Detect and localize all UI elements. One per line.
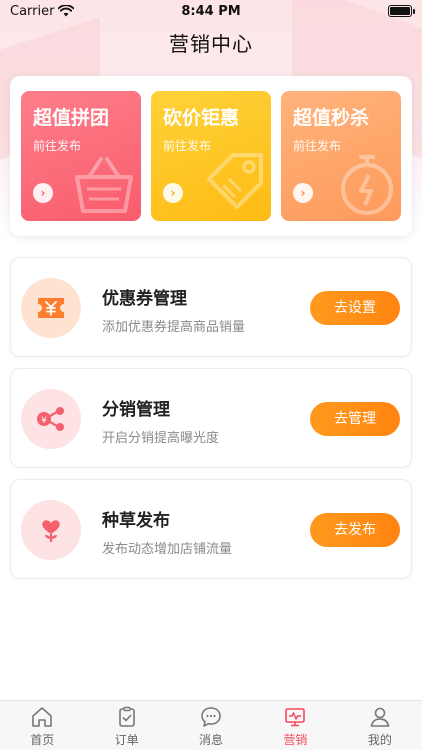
card-title: 优惠券管理: [102, 289, 187, 309]
promo-flash-sale[interactable]: 超值秒杀 前往发布 ›: [281, 91, 401, 221]
share-icon: ¥: [37, 407, 64, 431]
promo-panel: 超值拼团 前往发布 › 砍价钜惠 前往发布 › 超值秒杀 前往发布 ›: [10, 76, 412, 236]
tab-label: 消息: [199, 733, 224, 747]
heart-flower-icon-badge: [21, 500, 81, 560]
coupon-management-card: 优惠券管理 添加优惠券提高商品销量 去设置: [10, 257, 412, 357]
svg-text:¥: ¥: [41, 416, 47, 426]
promo-title: 超值拼团: [33, 107, 110, 129]
chat-icon: [201, 707, 221, 727]
card-subtitle: 添加优惠券提高商品销量: [102, 320, 246, 335]
tab-profile[interactable]: 我的: [338, 701, 422, 750]
card-title: 种草发布: [102, 511, 170, 531]
chevron-right-icon: ›: [33, 183, 53, 203]
coupon-icon: [38, 298, 64, 318]
promo-title: 超值秒杀: [293, 107, 370, 129]
carrier-label: Carrier: [10, 3, 55, 19]
user-icon: [370, 707, 390, 727]
heart-flower-icon: [42, 520, 60, 542]
chevron-right-icon: ›: [163, 183, 183, 203]
distribution-management-card: ¥ 分销管理 开启分销提高曝光度 去管理: [10, 368, 412, 468]
wifi-icon: [58, 5, 75, 17]
card-subtitle: 开启分销提高曝光度: [102, 431, 220, 446]
monitor-chart-icon: [285, 708, 306, 727]
promo-title: 砍价钜惠: [163, 107, 240, 129]
battery-icon: [388, 5, 415, 17]
tab-bar: 首页 订单 消息 营销 我的: [0, 700, 422, 750]
status-time: 8:44 PM: [181, 3, 241, 19]
seeding-publish-button[interactable]: 去发布: [310, 513, 400, 547]
home-icon: [32, 707, 53, 727]
seeding-post-card: 种草发布 发布动态增加店铺流量 去发布: [10, 479, 412, 579]
card-title: 分销管理: [102, 400, 170, 420]
promo-bargain[interactable]: 砍价钜惠 前往发布 ›: [151, 91, 271, 221]
card-subtitle: 发布动态增加店铺流量: [102, 542, 233, 557]
page-title: 营销中心: [169, 32, 253, 56]
promo-group-buy[interactable]: 超值拼团 前往发布 ›: [21, 91, 141, 221]
tab-label: 首页: [30, 733, 55, 747]
basket-icon: [75, 157, 133, 213]
chevron-right-icon: ›: [293, 183, 313, 203]
distribution-manage-button[interactable]: 去管理: [310, 402, 400, 436]
status-bar: Carrier 8:44 PM: [0, 0, 422, 22]
coupon-settings-button[interactable]: 去设置: [310, 291, 400, 325]
tab-label: 我的: [367, 733, 392, 747]
tab-messages[interactable]: 消息: [169, 701, 253, 750]
tab-marketing[interactable]: 营销: [253, 701, 337, 750]
stopwatch-icon: [341, 155, 393, 215]
clipboard-icon: [118, 706, 135, 727]
tab-label: 营销: [283, 733, 308, 747]
tab-home[interactable]: 首页: [0, 701, 84, 750]
price-tag-icon: [207, 153, 263, 209]
tab-label: 订单: [114, 733, 139, 747]
coupon-icon-badge: [21, 278, 81, 338]
tab-orders[interactable]: 订单: [84, 701, 168, 750]
share-icon-badge: ¥: [21, 389, 81, 449]
